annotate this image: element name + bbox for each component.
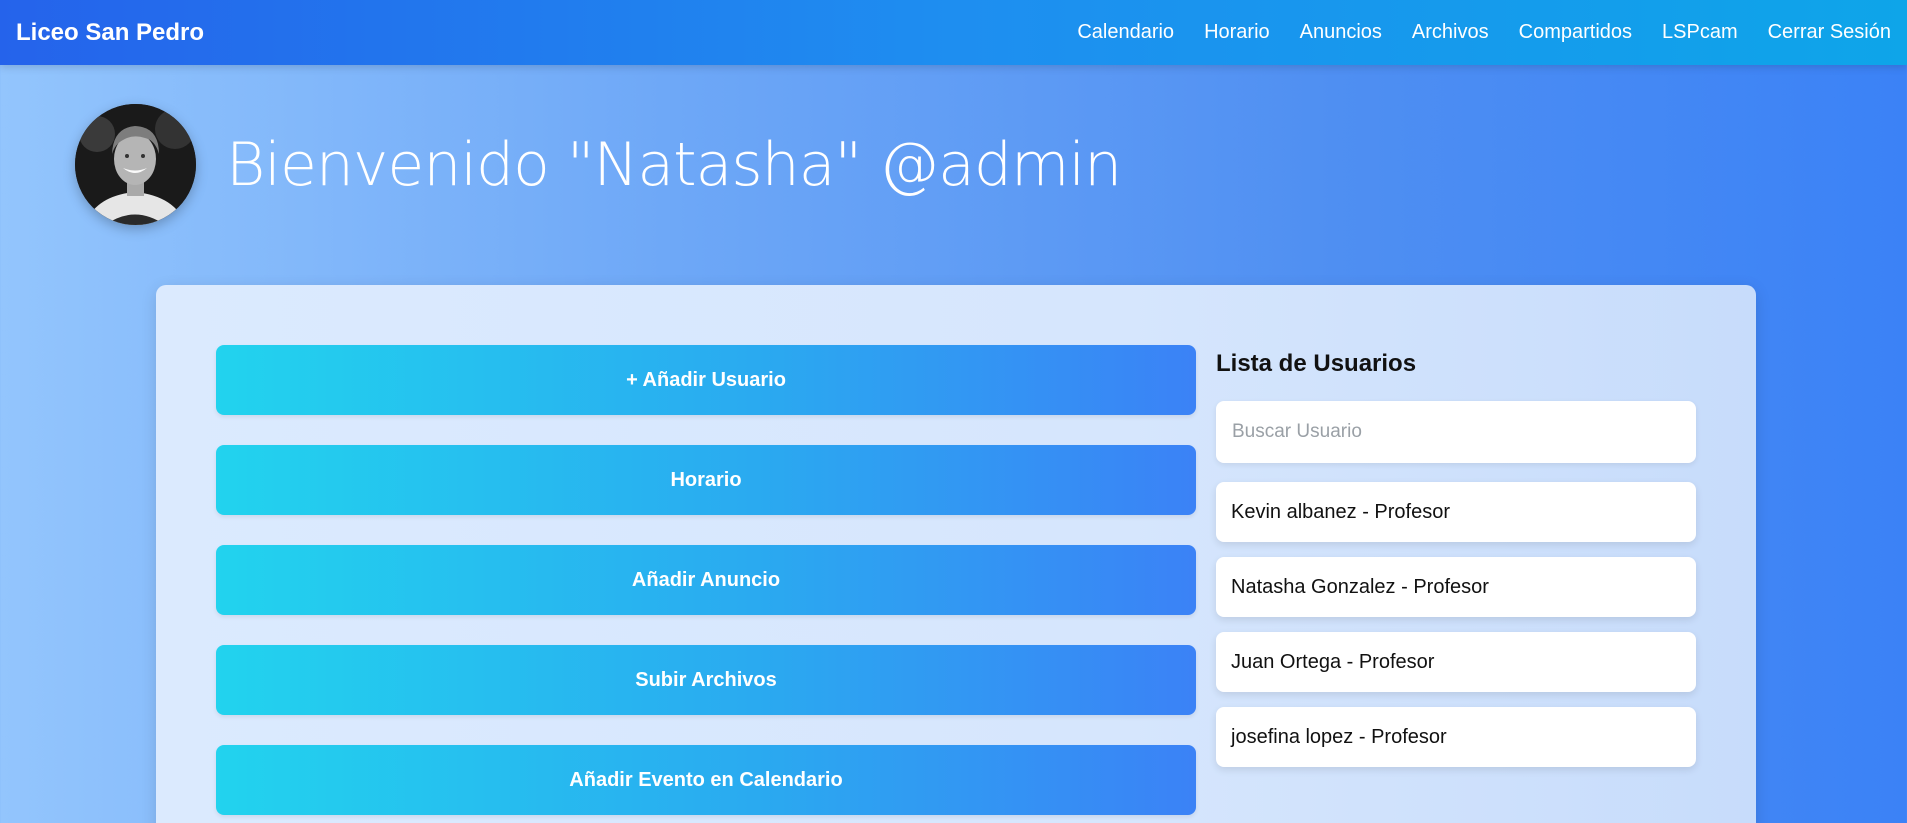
nav-link-archivos[interactable]: Archivos — [1412, 21, 1489, 44]
avatar-portrait — [75, 104, 196, 225]
user-list-item[interactable]: Natasha Gonzalez - Profesor — [1216, 557, 1696, 617]
nav-link-calendario[interactable]: Calendario — [1077, 21, 1174, 44]
add-announcement-button[interactable]: Añadir Anuncio — [216, 545, 1196, 615]
user-list-item[interactable]: Juan Ortega - Profesor — [1216, 632, 1696, 692]
add-user-button[interactable]: + Añadir Usuario — [216, 345, 1196, 415]
nav-link-anuncios[interactable]: Anuncios — [1300, 21, 1382, 44]
user-avatar-icon — [75, 104, 196, 225]
nav-link-compartidos[interactable]: Compartidos — [1519, 21, 1632, 44]
nav-link-cerrar-sesion[interactable]: Cerrar Sesión — [1768, 21, 1891, 44]
welcome-heading: Bienvenido "Natasha" @admin — [226, 130, 1122, 200]
user-list-title: Lista de Usuarios — [1216, 350, 1417, 377]
nav-links: Calendario Horario Anuncios Archivos Com… — [1047, 21, 1891, 44]
top-navbar: Liceo San Pedro Calendario Horario Anunc… — [0, 0, 1907, 65]
upload-files-button[interactable]: Subir Archivos — [216, 645, 1196, 715]
admin-panel-card: + Añadir Usuario Horario Añadir Anuncio … — [156, 285, 1756, 823]
nav-link-horario[interactable]: Horario — [1204, 21, 1270, 44]
search-user-input[interactable] — [1216, 401, 1696, 463]
schedule-button[interactable]: Horario — [216, 445, 1196, 515]
nav-link-lspcam[interactable]: LSPcam — [1662, 21, 1738, 44]
add-calendar-event-button[interactable]: Añadir Evento en Calendario — [216, 745, 1196, 815]
user-list-item[interactable]: josefina lopez - Profesor — [1216, 707, 1696, 767]
user-list-item[interactable]: Kevin albanez - Profesor — [1216, 482, 1696, 542]
brand-link[interactable]: Liceo San Pedro — [16, 19, 204, 47]
